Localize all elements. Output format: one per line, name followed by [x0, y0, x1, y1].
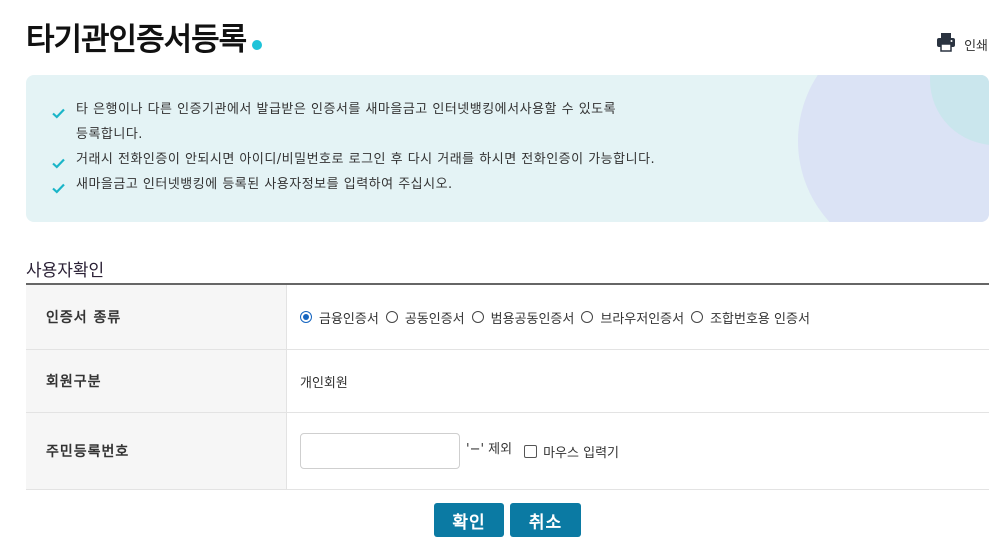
- member-type-value: 개인회원: [286, 349, 989, 413]
- title-dot: [252, 40, 263, 50]
- radio-union-number-cert[interactable]: 조합번호용 인증서: [691, 308, 810, 327]
- notice-item: 새마을금고 인터넷뱅킹에 등록된 사용자정보를 입력하여 주십시오.: [52, 172, 655, 197]
- section-title: 사용자확인: [26, 261, 105, 281]
- user-verify-form: 인증서 종류 금융인증서 공동인증서 범용공동인증서 브라우저인증서 조합번호용…: [26, 283, 989, 490]
- mouse-input-checkbox[interactable]: 마우스 입력기: [524, 442, 619, 461]
- cert-type-row: 인증서 종류 금융인증서 공동인증서 범용공동인증서 브라우저인증서 조합번호용…: [26, 284, 989, 350]
- radio-button[interactable]: [385, 311, 398, 323]
- cancel-button[interactable]: 취소: [510, 503, 581, 537]
- confirm-button[interactable]: 확인: [434, 503, 504, 537]
- notice-item: 거래시 전화인증이 안되시면 아이디/비밀번호로 로그인 후 다시 거래를 하시…: [52, 147, 655, 172]
- checkbox[interactable]: [524, 444, 538, 458]
- radio-button[interactable]: [581, 311, 594, 323]
- radio-button[interactable]: [691, 311, 704, 323]
- cert-type-label: 인증서 종류: [26, 284, 287, 350]
- radio-general-joint-cert[interactable]: 범용공동인증서: [471, 308, 574, 327]
- radio-financial-cert[interactable]: 금융인증서: [300, 308, 379, 327]
- resident-number-label: 주민등록번호: [26, 412, 287, 490]
- notice-item: 타 은행이나 다른 인증기관에서 발급받은 인증서를 새마을금고 인터넷뱅킹에서…: [52, 97, 655, 147]
- notice-list: 타 은행이나 다른 인증기관에서 발급받은 인증서를 새마을금고 인터넷뱅킹에서…: [52, 97, 655, 197]
- radio-browser-cert[interactable]: 브라우저인증서: [581, 308, 684, 327]
- radio-joint-cert[interactable]: 공동인증서: [385, 308, 465, 327]
- print-label: 인쇄: [964, 38, 988, 54]
- page-title: 타기관인증서등록: [26, 14, 263, 59]
- dash-excluded-hint: '−' 제외: [466, 441, 513, 457]
- notice-box: 타 은행이나 다른 인증기관에서 발급받은 인증서를 새마을금고 인터넷뱅킹에서…: [26, 75, 989, 222]
- check-icon: [52, 178, 65, 203]
- action-buttons: 확인 취소: [434, 503, 581, 537]
- member-type-row: 회원구분 개인회원: [26, 349, 989, 413]
- printer-icon: [936, 32, 956, 56]
- radio-button[interactable]: [300, 311, 312, 323]
- print-button[interactable]: 인쇄: [936, 32, 988, 56]
- member-type-label: 회원구분: [26, 349, 287, 413]
- cert-type-radio-group: 금융인증서 공동인증서 범용공동인증서 브라우저인증서 조합번호용 인증서: [300, 308, 989, 327]
- resident-number-row: 주민등록번호 '−' 제외 마우스 입력기: [26, 412, 989, 490]
- check-icon: [52, 103, 65, 128]
- radio-button[interactable]: [471, 311, 484, 323]
- resident-number-input[interactable]: [300, 433, 460, 469]
